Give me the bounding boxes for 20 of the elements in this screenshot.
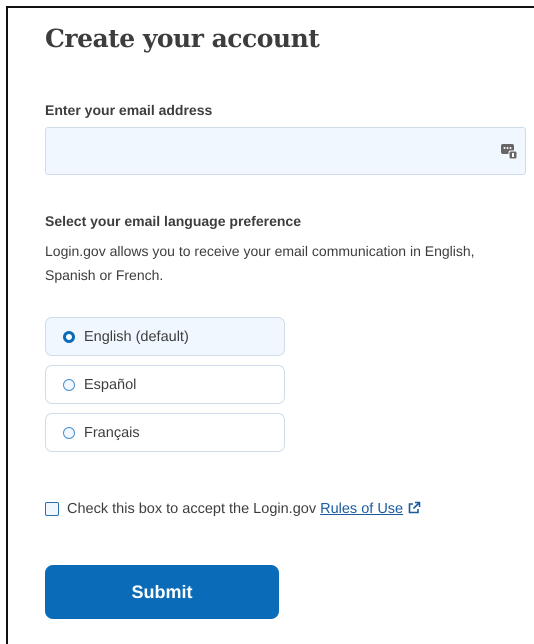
radio-option[interactable]: Français — [45, 413, 285, 452]
external-link-icon — [407, 501, 422, 515]
radio-label: English (default) — [84, 328, 189, 344]
submit-button[interactable]: Submit — [45, 565, 279, 619]
field-label: Enter your email address — [45, 102, 214, 118]
radio-button[interactable] — [63, 426, 75, 438]
radio-label: Français — [84, 424, 140, 440]
checkbox[interactable] — [45, 502, 59, 516]
radio-option[interactable]: Español — [45, 365, 285, 404]
radio-button[interactable] — [63, 330, 75, 342]
page-title: Create your account — [45, 24, 321, 54]
checkbox-label: Check this box to accept the Login.gov Rules of Use — [67, 501, 422, 517]
radio-label: Español — [84, 376, 136, 392]
hint-text: Login.gov allows you to receive your email communication in English, Spanish or French. — [45, 242, 476, 285]
radio-button[interactable] — [63, 378, 75, 390]
email-field[interactable] — [45, 127, 526, 175]
section-label: Select your email language preference — [45, 213, 302, 229]
radio-option[interactable]: English (default) — [45, 317, 285, 356]
password-manager-icon[interactable] — [501, 143, 517, 159]
rules-link[interactable]: Rules of Use — [320, 501, 422, 517]
